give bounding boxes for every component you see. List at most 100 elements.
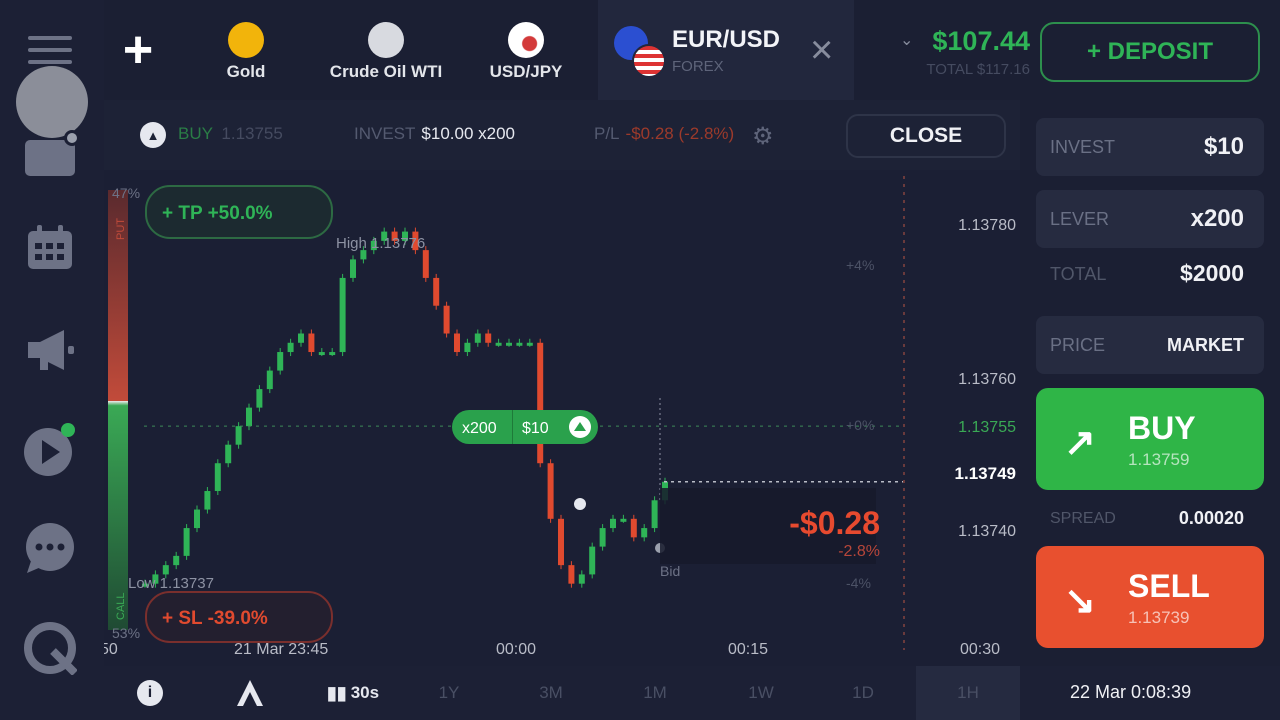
- balance[interactable]: $107.44 TOTAL $117.16: [900, 26, 1030, 78]
- drawing-tool-icon[interactable]: [230, 666, 270, 720]
- high-label: High 1.13776: [336, 235, 425, 252]
- deposit-button[interactable]: + DEPOSIT: [1040, 22, 1260, 82]
- lever-field-value: x200: [1190, 205, 1244, 232]
- candle: [651, 500, 658, 529]
- asset-name: Gold: [226, 62, 266, 81]
- avatar[interactable]: [16, 66, 88, 138]
- invest-field[interactable]: INVEST $10: [1036, 118, 1264, 176]
- arrow-down-right-icon: ↘: [1064, 580, 1096, 622]
- server-datetime: 22 Mar 0:08:39: [1070, 682, 1192, 702]
- candle: [558, 518, 564, 566]
- asset-tab-crude-oil[interactable]: Crude Oil WTI: [326, 0, 446, 100]
- candle: [422, 250, 429, 278]
- active-pair: EUR/USD: [672, 26, 781, 53]
- buy-button[interactable]: ↗ BUY 1.13759: [1036, 388, 1264, 490]
- sl-label: + SL -39.0%: [162, 608, 268, 629]
- info-button[interactable]: i: [136, 666, 164, 720]
- megaphone-icon[interactable]: [22, 322, 78, 378]
- open-price: 1.13755: [221, 124, 283, 143]
- close-tab-icon[interactable]: ×: [810, 30, 833, 70]
- y-tick: 1.13780: [958, 217, 1016, 234]
- arrow-up-right-icon: ↗: [1064, 422, 1096, 464]
- timeframe-1h[interactable]: 1H: [916, 666, 1020, 720]
- candle: [266, 370, 273, 390]
- timeframe-1y[interactable]: 1Y: [424, 666, 474, 720]
- candle: [620, 518, 627, 522]
- price-chart[interactable]: 47% 53% PUT CALL + TP +50.0% + SL -39.0%…: [104, 170, 1020, 666]
- gauge-put-label: PUT: [115, 218, 127, 240]
- tp-label: + TP +50.0%: [162, 203, 273, 224]
- invest-label: INVEST: [354, 124, 416, 143]
- sl-badge[interactable]: + SL -39.0%: [145, 591, 333, 643]
- buy-direction-icon: ▲: [140, 122, 166, 148]
- candle: [298, 333, 304, 343]
- position-invest: INVEST $10.00 x200: [354, 124, 515, 144]
- left-sidebar: [0, 0, 104, 720]
- candle: [464, 342, 471, 353]
- trade-panel: INVEST $10 LEVER x200 TOTAL $2000 PRICE …: [1020, 100, 1280, 666]
- candle: [589, 546, 596, 575]
- candle: [641, 528, 648, 538]
- timeframe-3m[interactable]: 3M: [526, 666, 576, 720]
- lever-field[interactable]: LEVER x200: [1036, 190, 1264, 248]
- pct-tick: +4%: [846, 257, 874, 273]
- y-tick: 1.13760: [958, 371, 1016, 388]
- chart-svg[interactable]: 47% 53% PUT CALL + TP +50.0% + SL -39.0%…: [104, 170, 1020, 666]
- asset-tab-usdjpy[interactable]: USD/JPY: [482, 0, 570, 100]
- candle: [339, 277, 346, 353]
- candles-icon: ▮▮: [326, 682, 347, 703]
- spread-label: SPREAD: [1050, 510, 1116, 527]
- briefcase-icon[interactable]: [25, 140, 75, 176]
- candle: [277, 352, 284, 371]
- candle: [433, 277, 440, 306]
- asset-tab-gold[interactable]: Gold: [204, 0, 288, 100]
- deal-badge[interactable]: x200 $10: [452, 410, 598, 444]
- timeframe-1d[interactable]: 1D: [838, 666, 888, 720]
- active-asset-tab[interactable]: EUR/USD FOREX ×: [598, 0, 854, 100]
- support-icon[interactable]: [22, 620, 78, 676]
- candle: [204, 491, 211, 510]
- timeframe-1m[interactable]: 1M: [630, 666, 680, 720]
- candle: [214, 463, 221, 492]
- asset-tabs-bar: + Gold Crude Oil WTI USD/JPY EUR/USD FOR…: [104, 0, 1280, 100]
- price-field[interactable]: PRICE MARKET: [1036, 316, 1264, 374]
- close-position-button[interactable]: CLOSE: [846, 114, 1006, 158]
- position-direction: BUY 1.13755: [178, 124, 283, 144]
- x-tick: 00:00: [496, 641, 536, 658]
- candle: [506, 342, 512, 346]
- gauge-bottom-pct: 53%: [112, 625, 140, 641]
- deal-marker: [574, 498, 586, 510]
- play-icon[interactable]: [22, 422, 78, 478]
- pl-value: -$0.28 (-2.8%): [625, 124, 735, 143]
- position-pl: P/L -$0.28 (-2.8%): [594, 124, 734, 144]
- candle: [474, 333, 481, 343]
- bottom-toolbar: i ▮▮ 30s 1Y 3M 1M 1W 1D 1H 22 Mar 0:08:39: [104, 666, 1280, 720]
- candle: [537, 342, 544, 464]
- eur-usd-flags-icon: [614, 26, 666, 78]
- candle: [225, 444, 232, 464]
- candle: [287, 342, 294, 353]
- candle: [329, 352, 336, 356]
- gear-icon[interactable]: ⚙: [752, 122, 774, 151]
- invest-field-value: $10: [1203, 133, 1244, 160]
- candle: [443, 305, 450, 334]
- price-field-value: MARKET: [1167, 335, 1244, 355]
- sell-price: 1.13739: [1128, 608, 1190, 627]
- asset-name: USD/JPY: [489, 62, 563, 81]
- candle: [547, 463, 554, 519]
- candle: [516, 342, 523, 346]
- timeframe-30s[interactable]: ▮▮ 30s: [318, 666, 388, 720]
- chat-icon[interactable]: [22, 520, 78, 576]
- x-tick: 50: [104, 641, 118, 658]
- candle: [308, 333, 315, 353]
- calendar-icon[interactable]: [22, 220, 78, 276]
- total-value: $2000: [1180, 260, 1244, 286]
- add-asset-button[interactable]: +: [104, 0, 172, 100]
- candle: [495, 342, 502, 346]
- sentiment-gauge: [108, 190, 128, 630]
- deal-amount: $10: [522, 420, 549, 437]
- timeframe-1w[interactable]: 1W: [736, 666, 786, 720]
- tp-badge[interactable]: + TP +50.0%: [145, 185, 333, 239]
- candle: [246, 407, 252, 427]
- sell-button[interactable]: ↘ SELL 1.13739: [1036, 546, 1264, 648]
